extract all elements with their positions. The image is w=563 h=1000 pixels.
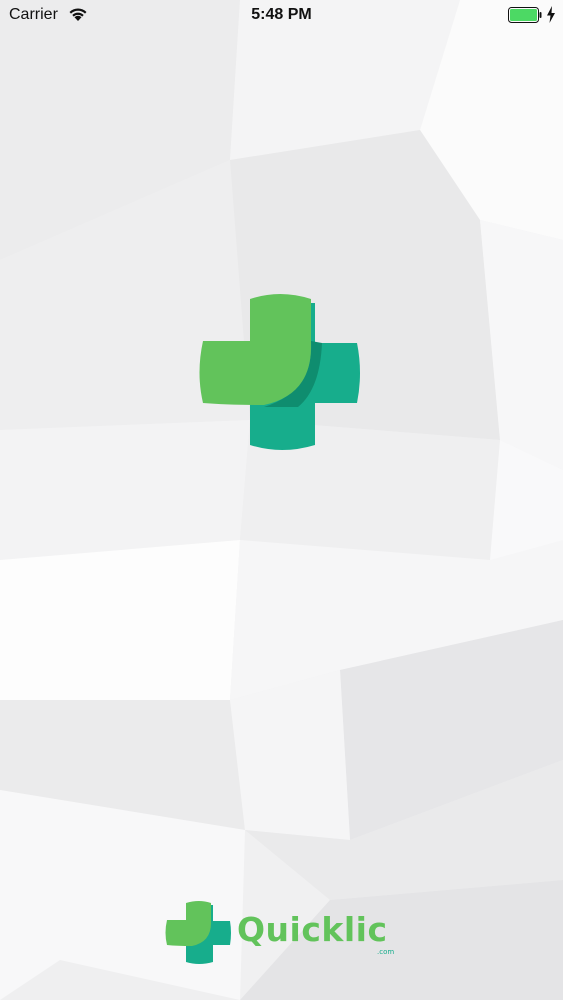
status-bar: Carrier 5:48 PM (0, 0, 563, 30)
brand-suffix: .com (377, 948, 395, 956)
brand-logo: Quicklic .com (165, 898, 405, 970)
medical-cross-icon (199, 294, 360, 450)
status-time: 5:48 PM (251, 6, 312, 23)
background-pattern (0, 0, 563, 1000)
splash-screen: Carrier 5:48 PM Quicklic .com (0, 0, 563, 1000)
brand-cross-icon (165, 901, 231, 964)
bolt-icon (547, 6, 555, 23)
brand-name: Quicklic (237, 910, 388, 949)
battery-icon (508, 7, 542, 23)
